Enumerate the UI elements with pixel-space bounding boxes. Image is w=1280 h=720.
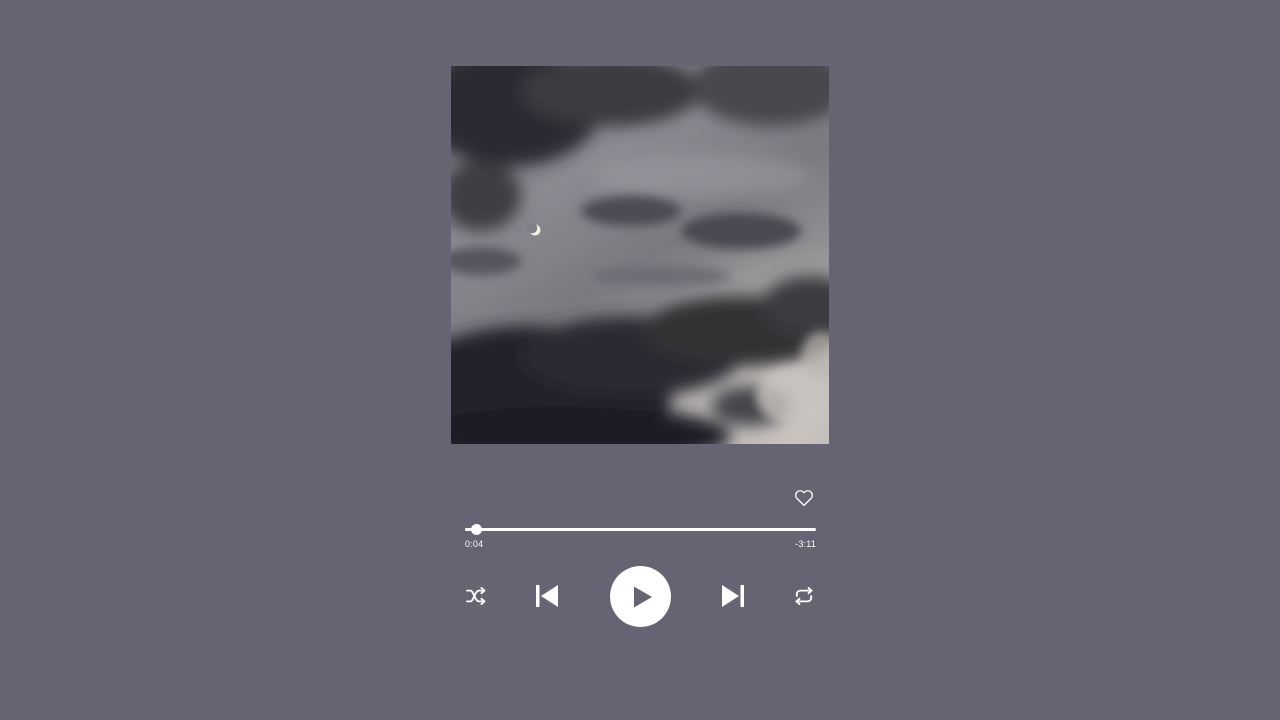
skip-next-icon — [722, 585, 744, 607]
progress-bar[interactable] — [465, 524, 816, 536]
shuffle-icon — [466, 587, 486, 605]
shuffle-button[interactable] — [464, 584, 488, 608]
heart-outline-icon — [795, 490, 813, 507]
progress-track — [465, 528, 816, 531]
album-artwork — [451, 66, 829, 444]
like-button[interactable] — [792, 487, 816, 509]
next-button[interactable] — [719, 581, 747, 611]
previous-button[interactable] — [533, 581, 561, 611]
remaining-time: -3:11 — [795, 539, 816, 549]
progress-knob[interactable] — [471, 524, 482, 535]
play-icon — [633, 586, 652, 607]
night-sky-image — [451, 66, 829, 444]
skip-previous-icon — [536, 585, 558, 607]
repeat-icon — [795, 587, 813, 605]
elapsed-time: 0:04 — [465, 539, 484, 549]
play-button[interactable] — [610, 566, 671, 627]
repeat-button[interactable] — [792, 584, 816, 608]
